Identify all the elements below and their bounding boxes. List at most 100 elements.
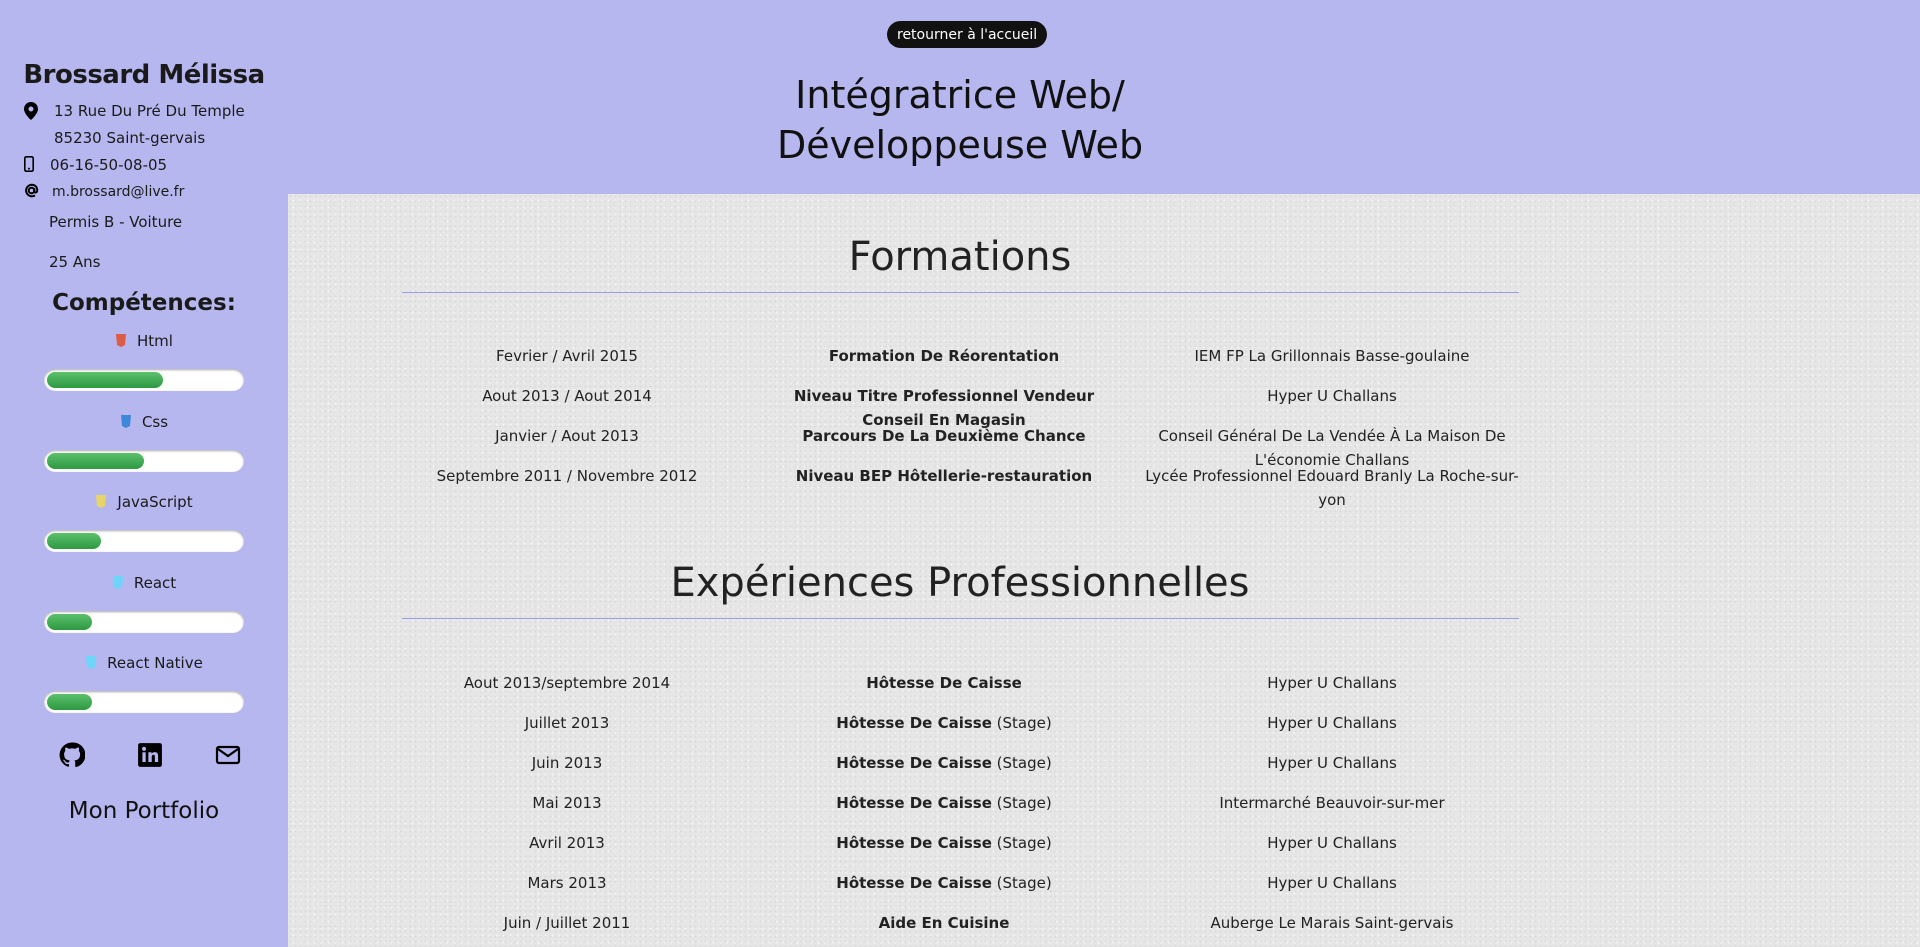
- skill-name: Html: [137, 332, 173, 350]
- item-place: Lycée Professionnel Edouard Branly La Ro…: [1145, 467, 1519, 509]
- page-title-line2: Développeuse Web: [776, 123, 1144, 167]
- page-title-line1: Intégratrice Web/: [795, 73, 1125, 117]
- item-title: Hôtesse De Caisse (Stage): [774, 871, 1114, 895]
- item-place: IEM FP La Grillonnais Basse-goulaine: [1194, 347, 1470, 365]
- html5-icon: [115, 333, 127, 347]
- item-place: Auberge Le Marais Saint-gervais: [1210, 914, 1454, 932]
- skill-label: React: [0, 574, 288, 592]
- skill-progress-bar: [44, 530, 244, 552]
- github-icon[interactable]: [59, 742, 86, 768]
- home-button[interactable]: retourner à l'accueil: [887, 21, 1048, 48]
- item-date: Juin 2013: [531, 754, 603, 772]
- item-title: Hôtesse De Caisse (Stage): [774, 751, 1114, 775]
- email-row: m.brossard@live.fr: [24, 183, 184, 201]
- item-date: Mars 2013: [527, 874, 607, 892]
- item-title-text: Niveau BEP Hôtellerie-restauration: [795, 467, 1093, 485]
- item-title-text: Niveau Titre Professionnel Vendeur Conse…: [793, 387, 1095, 429]
- address-row: 13 Rue Du Pré Du Temple: [24, 102, 245, 120]
- skill-progress-fill: [47, 694, 92, 710]
- skill-name: Css: [141, 412, 169, 431]
- react-icon: [112, 575, 124, 589]
- mail-icon[interactable]: [215, 742, 241, 768]
- experiences-divider: [402, 618, 1519, 619]
- item-title: Parcours De La Deuxième Chance: [774, 424, 1114, 448]
- social-links: [0, 742, 288, 772]
- address-row-2: 85230 Saint-gervais: [54, 129, 205, 147]
- item-title-text: Parcours De La Deuxième Chance: [802, 427, 1086, 445]
- email-address[interactable]: m.brossard@live.fr: [52, 184, 184, 200]
- item-title-text: Aide En Cuisine: [878, 914, 1010, 932]
- item-place: Hyper U Challans: [1267, 874, 1397, 892]
- item-title: Hôtesse De Caisse: [774, 671, 1114, 695]
- item-place: Hyper U Challans: [1267, 834, 1397, 852]
- skill-label: JavaScript: [0, 493, 288, 511]
- portfolio-link[interactable]: Mon Portfolio: [0, 798, 288, 824]
- skill-progress-bar: [44, 691, 244, 713]
- formations-title: Formations: [848, 234, 1072, 280]
- formations-divider: [402, 292, 1519, 293]
- address-line1: 13 Rue Du Pré Du Temple: [54, 102, 245, 120]
- main-content: Formations Fevrier / Avril 2015 Formation…: [288, 194, 1920, 947]
- item-place: Intermarché Beauvoir-sur-mer: [1219, 794, 1445, 812]
- skill-name: JavaScript: [117, 493, 193, 511]
- skill-progress-fill: [47, 452, 144, 469]
- skill-name: React Native: [107, 654, 203, 672]
- react-native-icon: [85, 655, 97, 669]
- item-title-text: Hôtesse De Caisse: [836, 794, 992, 812]
- item-title: Hôtesse De Caisse (Stage): [774, 711, 1114, 735]
- item-date: Septembre 2011 / Novembre 2012: [436, 467, 698, 485]
- skill-label: React Native: [0, 654, 288, 672]
- license-row: Permis B - Voiture: [49, 213, 182, 231]
- skill-label: Html: [0, 332, 288, 350]
- item-place: Hyper U Challans: [1267, 674, 1397, 692]
- skill-progress-bar: [44, 449, 244, 472]
- item-place: Hyper U Challans: [1267, 714, 1397, 732]
- item-date: Juillet 2013: [524, 714, 610, 732]
- item-date: Janvier / Aout 2013: [495, 427, 639, 445]
- skill-progress-fill: [47, 613, 92, 630]
- skill-progress-fill: [47, 533, 101, 549]
- item-title-text: Hôtesse De Caisse: [836, 714, 992, 732]
- item-date: Aout 2013 / Aout 2014: [482, 387, 652, 405]
- phone-number: 06-16-50-08-05: [50, 156, 168, 174]
- experiences-title: Expériences Professionnelles: [670, 560, 1250, 606]
- skill-progress-fill: [47, 372, 163, 388]
- item-date: Aout 2013/septembre 2014: [463, 674, 671, 692]
- item-title: Hôtesse De Caisse (Stage): [774, 831, 1114, 855]
- item-date: Mai 2013: [532, 794, 602, 812]
- skill-label: Css: [0, 413, 288, 431]
- item-title-text: Hôtesse De Caisse: [866, 674, 1022, 692]
- skill-progress-bar: [44, 369, 244, 391]
- javascript-icon: [95, 494, 107, 508]
- sidebar: Brossard Mélissa 13 Rue Du Pré Du Temple…: [0, 0, 288, 947]
- item-place: Hyper U Challans: [1267, 387, 1397, 405]
- item-note: (Stage): [991, 794, 1052, 812]
- age: 25 Ans: [49, 253, 101, 271]
- skill-name: React: [133, 573, 177, 592]
- at-sign-icon: [24, 183, 40, 201]
- phone-row: 06-16-50-08-05: [24, 156, 167, 174]
- driving-license: Permis B - Voiture: [49, 213, 183, 231]
- profile-name: Brossard Mélissa: [23, 60, 265, 90]
- address-line2: 85230 Saint-gervais: [54, 129, 206, 147]
- skills-title: Compétences:: [52, 290, 236, 316]
- item-title-text: Hôtesse De Caisse: [836, 754, 992, 772]
- mobile-phone-icon: [24, 156, 38, 174]
- item-place: Hyper U Challans: [1267, 754, 1397, 772]
- item-title: Niveau BEP Hôtellerie-restauration: [774, 464, 1114, 488]
- age-row: 25 Ans: [49, 253, 100, 271]
- item-date: Juin / Juillet 2011: [503, 914, 631, 932]
- item-note: (Stage): [991, 874, 1052, 892]
- css3-icon: [120, 414, 132, 428]
- map-pin-icon: [24, 102, 42, 120]
- item-note: (Stage): [991, 754, 1052, 772]
- linkedin-icon[interactable]: [137, 742, 163, 768]
- item-note: (Stage): [991, 834, 1052, 852]
- item-title: Formation De Réorentation: [774, 344, 1114, 368]
- item-note: (Stage): [991, 714, 1052, 732]
- item-title-text: Formation De Réorentation: [828, 347, 1060, 365]
- page-title: Intégratrice Web/ Développeuse Web: [288, 70, 1632, 170]
- item-date: Fevrier / Avril 2015: [496, 347, 638, 365]
- item-date: Avril 2013: [529, 834, 605, 852]
- item-title-text: Hôtesse De Caisse: [836, 834, 992, 852]
